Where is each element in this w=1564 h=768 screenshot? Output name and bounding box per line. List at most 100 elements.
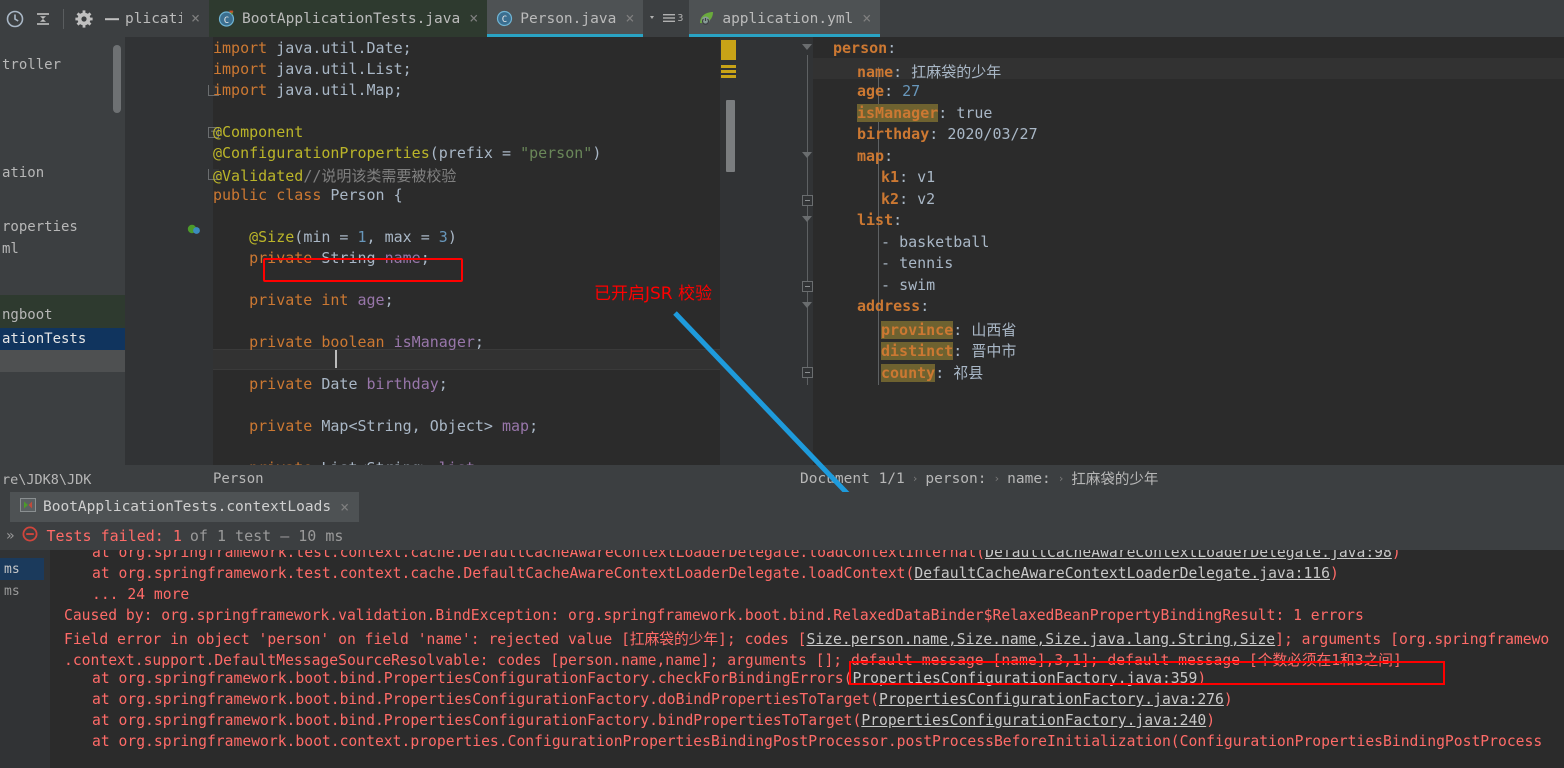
code-line: import java.util.Date;: [213, 39, 412, 57]
yaml-line: isManager: true: [857, 103, 993, 122]
code-line: import java.util.List;: [213, 60, 412, 78]
stacktrace-link[interactable]: DefaultCacheAwareContextLoaderDelegate.j…: [985, 550, 1392, 561]
yaml-fold-toggle[interactable]: [802, 366, 813, 378]
tab-label: application.yml: [722, 10, 854, 27]
yaml-fold-toggle[interactable]: [802, 44, 813, 55]
yaml-line: province: 山西省: [881, 320, 1017, 339]
class-marker-icon[interactable]: [187, 221, 201, 235]
code-line: private boolean isManager;: [249, 333, 484, 351]
tab-application-java[interactable]: plication.java ×: [125, 0, 209, 37]
run-history-icon[interactable]: [4, 8, 26, 30]
yaml-fold-toggle[interactable]: [802, 216, 813, 227]
stacktrace-link[interactable]: Size.person.name,Size.name,Size.java.lan…: [806, 631, 1275, 648]
tab-close-icon[interactable]: ×: [860, 11, 871, 26]
editor-tabbar: plication.java × C BootApplicationTests.…: [125, 0, 1564, 37]
svg-text:C: C: [224, 16, 229, 26]
test-status-row: » Tests failed: 1 of 1 test – 10 ms: [0, 522, 1564, 550]
breadcrumb-value[interactable]: 扛麻袋的少年: [1071, 468, 1158, 489]
warning-marker[interactable]: [721, 40, 736, 60]
yaml-fold-toggle[interactable]: [802, 280, 813, 292]
marker-line[interactable]: [721, 70, 736, 73]
default-message-highlight-box: [849, 661, 1445, 685]
size-annotation-highlight-box: [263, 258, 463, 282]
yaml-editor-application[interactable]: 1person:2name: 扛麻袋的少年3age: 274isManager:…: [740, 37, 1564, 465]
tree-item-properties[interactable]: roperties: [0, 217, 125, 238]
code-line: public class Person {: [213, 186, 403, 204]
yaml-line: distinct: 晋中市: [881, 342, 1017, 360]
yaml-line: birthday: 2020/03/27: [857, 125, 1038, 143]
yaml-line: - swim: [881, 275, 936, 294]
tree-item-applicationtests[interactable]: ationTests: [0, 328, 125, 350]
collapse-all-icon[interactable]: [32, 8, 54, 30]
tree-item-controller[interactable]: troller: [0, 55, 125, 76]
run-tab-close-icon[interactable]: ×: [338, 499, 349, 515]
yaml-line: k1: v1: [881, 168, 936, 186]
tab-close-icon[interactable]: ×: [467, 11, 478, 26]
project-pane-scrollbar[interactable]: [113, 45, 121, 113]
test-console-output[interactable]: ms ms at org.springframework.test.contex…: [0, 550, 1564, 768]
tree-item-application[interactable]: ation: [0, 163, 125, 184]
yaml-line: address:: [857, 297, 930, 315]
tab-list-count: 3: [677, 13, 684, 24]
java-editor-scrollbar[interactable]: [726, 100, 735, 172]
code-line: @ConfigurationProperties(prefix = "perso…: [213, 144, 602, 162]
yaml-line: list:: [857, 211, 903, 229]
yaml-gutter: [740, 37, 813, 465]
yaml-fold-toggle[interactable]: [802, 151, 813, 163]
java-current-line-highlight: [213, 349, 740, 370]
tab-bootapplicationtests-java[interactable]: C BootApplicationTests.java ×: [209, 0, 488, 37]
tree-item-springboot[interactable]: ngboot: [0, 295, 125, 328]
breadcrumb-person[interactable]: person:: [925, 471, 986, 487]
code-line: import java.util.Map;: [213, 81, 403, 99]
minimize-icon[interactable]: [101, 8, 123, 30]
breadcrumb-name[interactable]: name:: [1007, 471, 1051, 487]
expand-chevron-icon[interactable]: »: [6, 528, 14, 544]
java-class-icon: C: [496, 10, 513, 27]
yaml-line: map:: [857, 146, 894, 165]
tab-person-java[interactable]: C Person.java ×: [487, 0, 644, 37]
ms-badge[interactable]: ms: [0, 580, 44, 602]
yaml-line: - tennis: [881, 254, 954, 272]
tab-application-yml[interactable]: application.yml ×: [689, 0, 881, 37]
breadcrumb-separator: ›: [993, 472, 1001, 485]
console-line: at org.springframework.test.context.cach…: [50, 550, 1401, 561]
project-tree-pane[interactable]: troller ation roperties ml ngboot ationT…: [0, 37, 125, 492]
java-code-lines: 11import java.util.Date;12import java.ut…: [125, 37, 740, 465]
yaml-fold-toggle[interactable]: [802, 194, 813, 206]
java-breadcrumb-bar: Person: [125, 465, 740, 492]
breadcrumb-document[interactable]: Document 1/1: [800, 471, 905, 487]
yaml-line: age: 27: [857, 82, 921, 100]
java-marker-stripe[interactable]: [720, 37, 740, 465]
code-line: @Size(min = 1, max = 3): [249, 228, 457, 246]
yaml-fold-toggle[interactable]: [802, 302, 813, 313]
tree-item-selected-row[interactable]: [0, 350, 125, 372]
yaml-line: county: 祁县: [881, 363, 984, 382]
java-gutter: [125, 37, 213, 465]
code-line: private Date birthday;: [249, 375, 448, 393]
run-tab-contextloads[interactable]: BootApplicationTests.contextLoads ×: [10, 492, 360, 522]
run-panel-tabbar: BootApplicationTests.contextLoads ×: [0, 492, 1564, 522]
marker-line[interactable]: [721, 65, 736, 68]
stacktrace-link[interactable]: DefaultCacheAwareContextLoaderDelegate.j…: [914, 565, 1330, 582]
yaml-line: person:: [833, 39, 897, 57]
java-breadcrumb-class: Person: [213, 470, 264, 487]
console-line: at org.springframework.boot.context.prop…: [92, 733, 1543, 750]
tab-label: Person.java: [520, 10, 617, 27]
stacktrace-link[interactable]: PropertiesConfigurationFactory.java:276: [879, 691, 1224, 708]
stacktrace-link[interactable]: PropertiesConfigurationFactory.java:240: [861, 712, 1206, 729]
marker-line[interactable]: [721, 75, 736, 78]
yaml-line: k2: v2: [881, 189, 936, 208]
run-config-icon: [20, 498, 36, 516]
breadcrumb-separator: ›: [911, 472, 919, 485]
tab-close-icon[interactable]: ×: [189, 11, 200, 26]
java-editor-person[interactable]: 11import java.util.Date;12import java.ut…: [125, 37, 740, 465]
settings-gear-icon[interactable]: [73, 8, 95, 30]
tab-list-dropdown[interactable]: 3: [643, 0, 689, 37]
line-number: 30: [125, 398, 740, 417]
tree-item-yml[interactable]: ml: [0, 239, 125, 260]
console-line: at org.springframework.boot.bind.Propert…: [92, 691, 1233, 708]
ms-badge-selected[interactable]: ms: [0, 558, 44, 580]
console-line: at org.springframework.boot.bind.Propert…: [92, 712, 1216, 729]
java-test-class-icon: C: [218, 10, 235, 27]
tab-close-icon[interactable]: ×: [623, 11, 634, 26]
